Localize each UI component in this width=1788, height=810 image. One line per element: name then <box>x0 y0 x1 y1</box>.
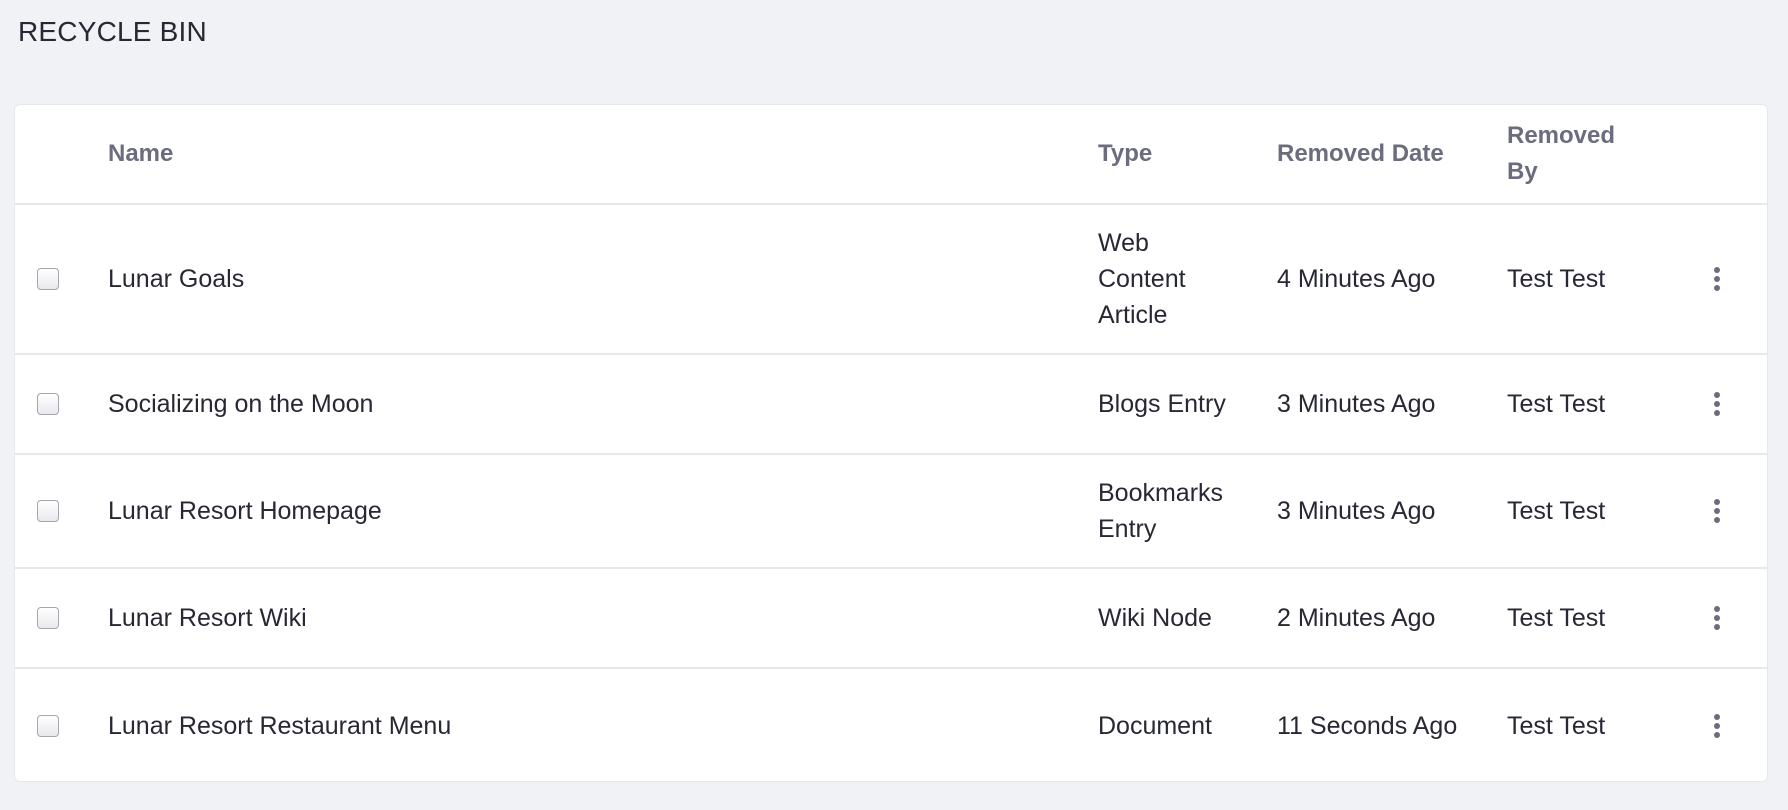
row-type: Document <box>1098 712 1212 740</box>
ellipsis-vertical-icon[interactable] <box>1705 261 1729 297</box>
row-removed-by: Test Test <box>1507 497 1606 525</box>
row-select-checkbox[interactable] <box>37 393 59 415</box>
row-removed-by: Test Test <box>1507 604 1606 632</box>
row-removed-date: 3 Minutes Ago <box>1277 497 1436 525</box>
column-header-name[interactable]: Name <box>108 136 173 172</box>
row-removed-date: 2 Minutes Ago <box>1277 604 1436 632</box>
row-name-link[interactable]: Lunar Resort Restaurant Menu <box>108 708 451 744</box>
row-select-checkbox[interactable] <box>37 500 59 522</box>
column-header-removed-date[interactable]: Removed Date <box>1277 136 1487 172</box>
table-row: Lunar Resort Homepage Bookmarks Entry 3 … <box>15 455 1767 569</box>
row-removed-date: 4 Minutes Ago <box>1277 265 1436 293</box>
table-row: Socializing on the Moon Blogs Entry 3 Mi… <box>15 355 1767 455</box>
table-header-row: Name Type Removed Date Removed By <box>15 105 1767 205</box>
row-name-link[interactable]: Lunar Resort Homepage <box>108 493 382 529</box>
row-name-link[interactable]: Socializing on the Moon <box>108 386 373 422</box>
ellipsis-vertical-icon[interactable] <box>1705 708 1729 744</box>
row-removed-date: 11 Seconds Ago <box>1277 712 1458 740</box>
column-header-type[interactable]: Type <box>1098 136 1248 172</box>
page-title: RECYCLE BIN <box>18 16 207 47</box>
row-type: Bookmarks Entry <box>1098 479 1224 543</box>
row-type: Blogs Entry <box>1098 390 1226 418</box>
row-removed-by: Test Test <box>1507 390 1606 418</box>
column-header-removed-by[interactable]: Removed By <box>1507 118 1627 190</box>
row-removed-by: Test Test <box>1507 712 1606 740</box>
row-name-link[interactable]: Lunar Resort Wiki <box>108 600 307 636</box>
row-select-checkbox[interactable] <box>37 607 59 629</box>
ellipsis-vertical-icon[interactable] <box>1705 493 1729 529</box>
recycle-bin-table: Name Type Removed Date Removed By Lunar … <box>14 104 1768 782</box>
row-select-checkbox[interactable] <box>37 268 59 290</box>
table-row: Lunar Goals Web Content Article 4 Minute… <box>15 205 1767 355</box>
row-removed-date: 3 Minutes Ago <box>1277 390 1436 418</box>
table-row: Lunar Resort Restaurant Menu Document 11… <box>15 669 1767 781</box>
ellipsis-vertical-icon[interactable] <box>1705 386 1729 422</box>
row-type: Web Content Article <box>1098 229 1186 329</box>
ellipsis-vertical-icon[interactable] <box>1705 600 1729 636</box>
table-row: Lunar Resort Wiki Wiki Node 2 Minutes Ag… <box>15 569 1767 669</box>
row-select-checkbox[interactable] <box>37 715 59 737</box>
row-type: Wiki Node <box>1098 604 1212 632</box>
row-removed-by: Test Test <box>1507 265 1606 293</box>
row-name-link[interactable]: Lunar Goals <box>108 261 244 297</box>
